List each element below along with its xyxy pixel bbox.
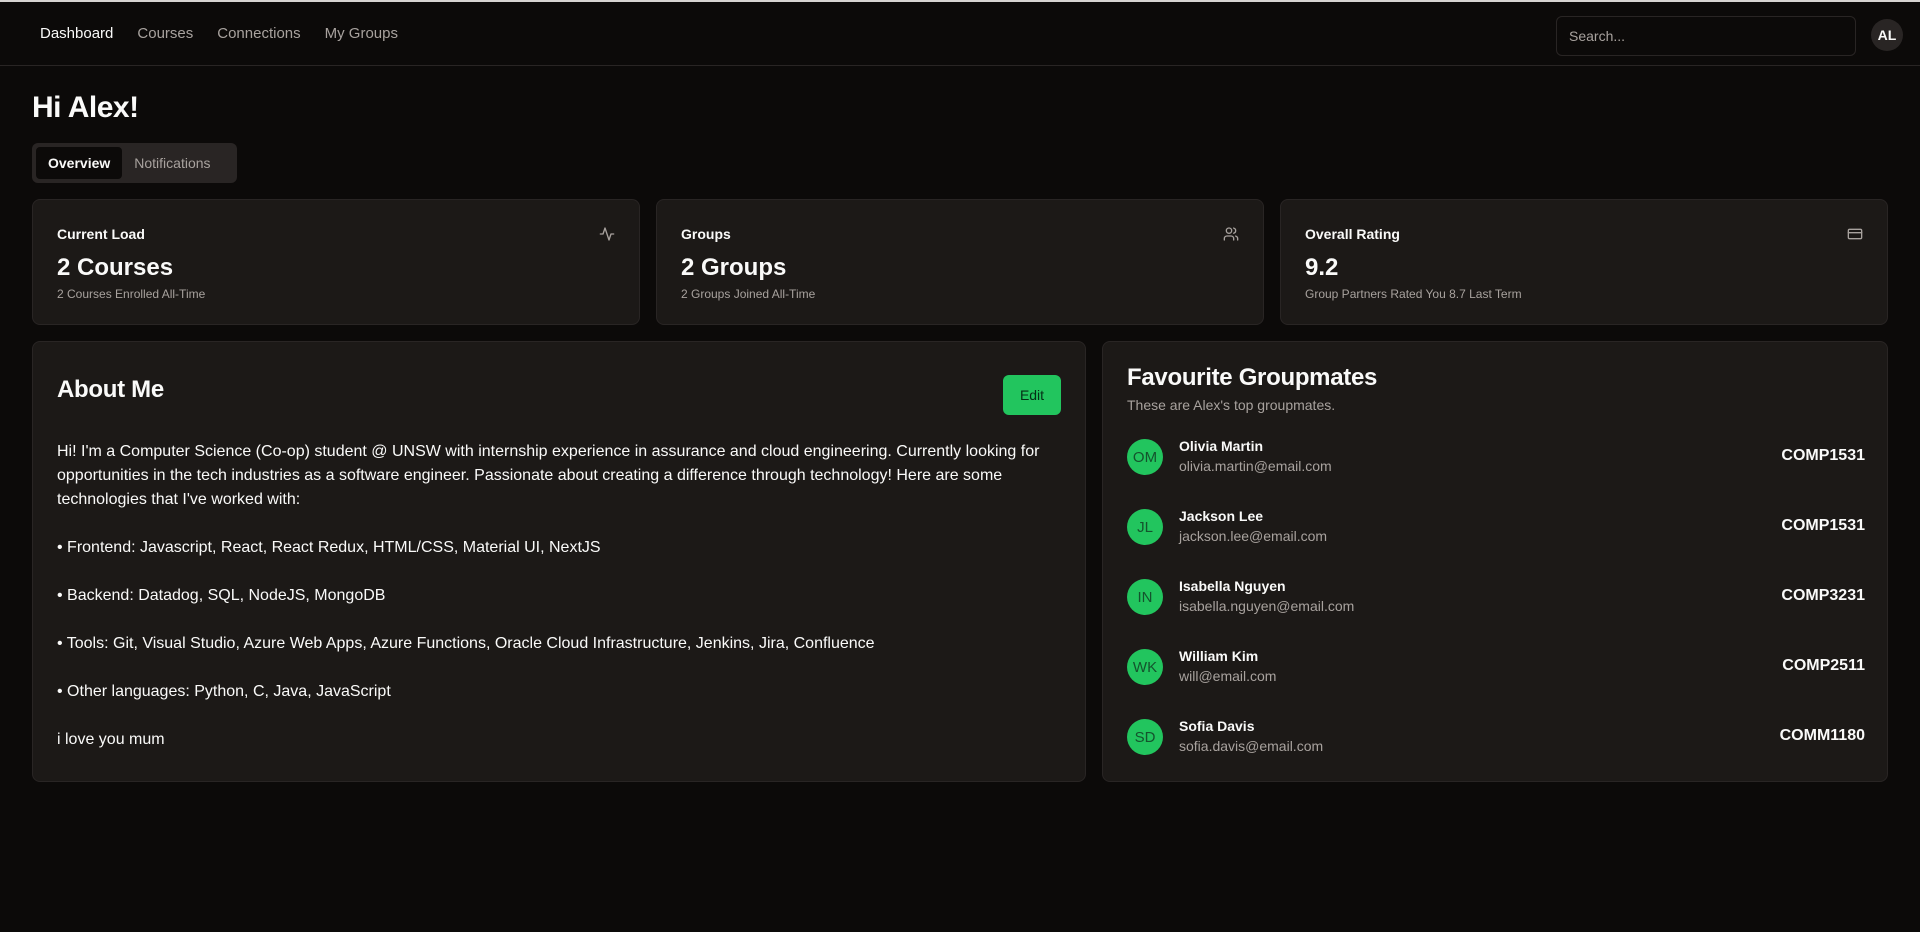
about-paragraph: • Backend: Datadog, SQL, NodeJS, MongoDB — [57, 587, 386, 604]
nav-dashboard[interactable]: Dashboard — [40, 25, 113, 42]
list-item[interactable]: WK William Kim will@email.com COMP2511 — [1127, 648, 1865, 719]
avatar: JL — [1127, 509, 1163, 545]
groupmate-course: COMP1531 — [1781, 447, 1865, 464]
about-paragraph: Hi! I'm a Computer Science (Co-op) stude… — [57, 443, 1040, 508]
favourite-groupmates-card: Favourite Groupmates These are Alex's to… — [1102, 341, 1888, 782]
stat-value: 9.2 — [1305, 254, 1339, 281]
tab-overview[interactable]: Overview — [36, 147, 123, 179]
list-item[interactable]: IN Isabella Nguyen isabella.nguyen@email… — [1127, 578, 1865, 649]
stat-card-current-load: Current Load 2 Courses 2 Courses Enrolle… — [32, 199, 640, 325]
tab-notifications[interactable]: Notifications — [122, 147, 222, 179]
about-me-title: About Me — [57, 376, 164, 403]
top-navigation-bar: Dashboard Courses Connections My Groups … — [0, 0, 1920, 66]
groupmate-email: olivia.martin@email.com — [1179, 458, 1332, 474]
stat-title: Overall Rating — [1305, 226, 1400, 242]
groupmate-course: COMP3231 — [1781, 587, 1865, 604]
avatar: OM — [1127, 439, 1163, 475]
nav-courses[interactable]: Courses — [137, 25, 193, 42]
credit-card-icon — [1847, 228, 1863, 240]
stat-title: Current Load — [57, 226, 145, 242]
favourite-groupmates-subtitle: These are Alex's top groupmates. — [1127, 397, 1336, 413]
groupmate-email: will@email.com — [1179, 668, 1277, 684]
stat-card-overall-rating: Overall Rating 9.2 Group Partners Rated … — [1280, 199, 1888, 325]
groupmate-name: William Kim — [1179, 648, 1259, 664]
about-paragraph: • Frontend: Javascript, React, React Red… — [57, 539, 601, 556]
groupmate-name: Olivia Martin — [1179, 438, 1264, 454]
list-item[interactable]: JL Jackson Lee jackson.lee@email.com COM… — [1127, 508, 1865, 579]
search-input[interactable] — [1556, 16, 1856, 56]
about-me-text: Hi! I'm a Computer Science (Co-op) stude… — [57, 440, 1057, 776]
groupmate-name: Sofia Davis — [1179, 718, 1255, 734]
tab-list: Overview Notifications — [32, 143, 237, 183]
favourite-groupmates-title: Favourite Groupmates — [1127, 364, 1378, 391]
stat-value: 2 Groups — [681, 254, 787, 281]
stat-subtitle: Group Partners Rated You 8.7 Last Term — [1305, 287, 1522, 301]
nav-my-groups[interactable]: My Groups — [325, 25, 398, 42]
groupmate-name: Isabella Nguyen — [1179, 578, 1286, 594]
list-item[interactable]: OM Olivia Martin olivia.martin@email.com… — [1127, 438, 1865, 509]
about-paragraph: i love you mum — [57, 731, 165, 748]
stat-subtitle: 2 Groups Joined All-Time — [681, 287, 816, 301]
groupmate-course: COMP2511 — [1782, 657, 1865, 674]
about-paragraph: • Tools: Git, Visual Studio, Azure Web A… — [57, 635, 875, 652]
avatar: WK — [1127, 649, 1163, 685]
groupmate-course: COMP1531 — [1781, 517, 1865, 534]
stat-card-groups: Groups 2 Groups 2 Groups Joined All-Time — [656, 199, 1264, 325]
groupmate-email: isabella.nguyen@email.com — [1179, 598, 1355, 614]
main-nav: Dashboard Courses Connections My Groups — [40, 25, 398, 42]
activity-icon — [599, 227, 615, 241]
avatar: IN — [1127, 579, 1163, 615]
edit-button[interactable]: Edit — [1003, 375, 1061, 415]
user-avatar[interactable]: AL — [1871, 19, 1903, 51]
stat-title: Groups — [681, 226, 731, 242]
groupmate-name: Jackson Lee — [1179, 508, 1264, 524]
stat-value: 2 Courses — [57, 254, 174, 281]
users-icon — [1223, 227, 1239, 241]
groupmate-email: sofia.davis@email.com — [1179, 738, 1324, 754]
groupmate-course: COMM1180 — [1779, 727, 1865, 744]
about-paragraph: • Other languages: Python, C, Java, Java… — [57, 683, 391, 700]
nav-connections[interactable]: Connections — [217, 25, 300, 42]
avatar: SD — [1127, 719, 1163, 755]
groupmate-email: jackson.lee@email.com — [1179, 528, 1328, 544]
about-me-card: About Me Edit Hi! I'm a Computer Science… — [32, 341, 1086, 782]
page-title: Hi Alex! — [32, 91, 139, 124]
groupmates-list: OM Olivia Martin olivia.martin@email.com… — [1127, 438, 1865, 789]
stat-subtitle: 2 Courses Enrolled All-Time — [57, 287, 206, 301]
list-item[interactable]: SD Sofia Davis sofia.davis@email.com COM… — [1127, 718, 1865, 789]
